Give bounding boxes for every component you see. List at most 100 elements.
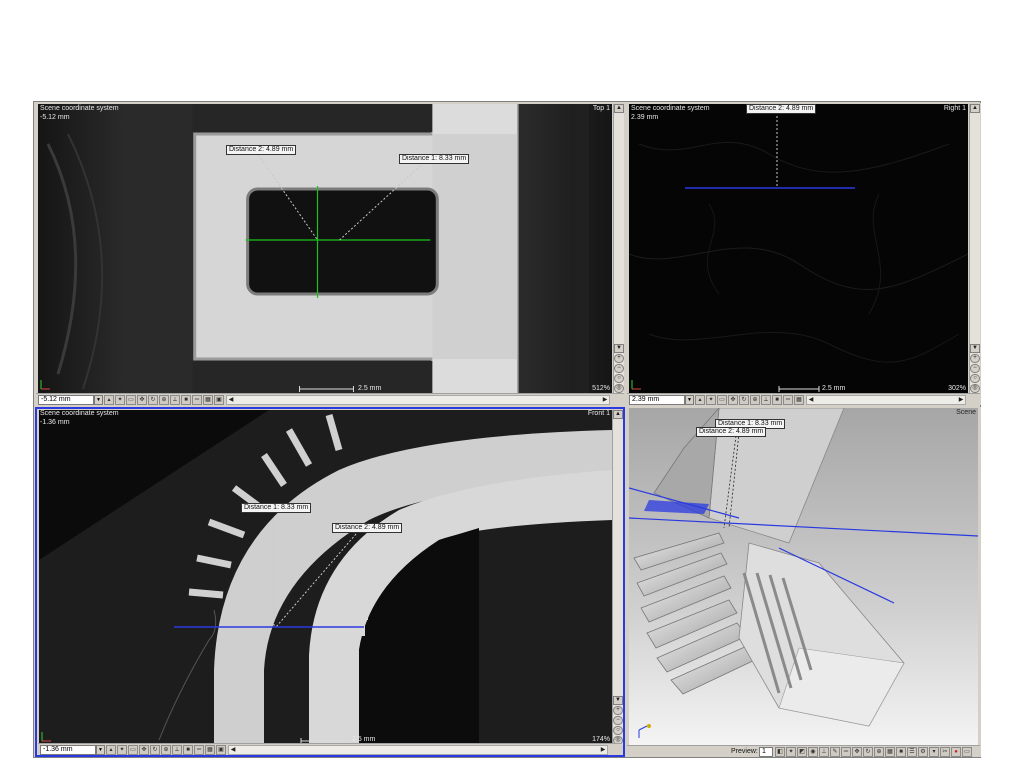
zoom-reset-icon[interactable]: ◎ bbox=[614, 384, 624, 393]
axis-icon[interactable]: ⊥ bbox=[819, 747, 829, 757]
top-position-field[interactable]: -5.12 mm bbox=[38, 395, 94, 405]
front-view-canvas[interactable]: Scene coordinate system -1.36 mm Front 1… bbox=[39, 410, 612, 745]
light-icon[interactable]: ✦ bbox=[706, 395, 716, 405]
step-icon[interactable]: ▴ bbox=[695, 395, 705, 405]
zoom-out-icon[interactable]: − bbox=[613, 716, 623, 725]
render-quality-icon[interactable]: ◧ bbox=[775, 747, 785, 757]
grid-icon[interactable]: ▦ bbox=[205, 745, 215, 755]
window-icon[interactable]: ▭ bbox=[962, 747, 972, 757]
scroll-up-icon[interactable]: ▲ bbox=[613, 410, 623, 419]
color-icon[interactable]: ■ bbox=[896, 747, 906, 757]
clip-icon[interactable]: ◩ bbox=[797, 747, 807, 757]
grid-icon[interactable]: ▦ bbox=[794, 395, 804, 405]
right-horizontal-scrollbar[interactable]: ◀ ▶ bbox=[806, 395, 966, 405]
scroll-down-icon[interactable]: ▼ bbox=[970, 344, 980, 353]
zoom-out-icon[interactable]: − bbox=[614, 364, 624, 373]
scene-view-pane[interactable]: Scene Distance 1: 8.33 mm Distance 2: 4.… bbox=[626, 407, 981, 757]
slab-icon[interactable]: ▭ bbox=[717, 395, 727, 405]
pan-icon[interactable]: ✥ bbox=[852, 747, 862, 757]
color-icon[interactable]: ■ bbox=[181, 395, 191, 405]
grid-icon[interactable]: ▦ bbox=[203, 395, 213, 405]
step-icon[interactable]: ▴ bbox=[104, 395, 114, 405]
chevron-down-icon[interactable]: ▼ bbox=[94, 395, 103, 405]
color-icon[interactable]: ■ bbox=[772, 395, 782, 405]
chevron-down-icon[interactable]: ▼ bbox=[96, 745, 105, 755]
color-icon[interactable]: ■ bbox=[183, 745, 193, 755]
scroll-right-icon[interactable]: ▶ bbox=[601, 396, 609, 404]
snapshot-icon[interactable]: ▣ bbox=[216, 745, 226, 755]
zoom-in-icon[interactable]: + bbox=[970, 354, 980, 363]
annotation-icon[interactable]: ✎ bbox=[830, 747, 840, 757]
right-vertical-scrollbar[interactable]: ▲ ▼ + − ○ ◎ bbox=[969, 104, 980, 393]
zoom-icon[interactable]: ⊕ bbox=[159, 395, 169, 405]
zoom-fit-icon[interactable]: ○ bbox=[613, 726, 623, 735]
measure-icon[interactable]: ⟂ bbox=[761, 395, 771, 405]
step-icon[interactable]: ▴ bbox=[106, 745, 116, 755]
top-distance2-label[interactable]: Distance 2: 4.89 mm bbox=[226, 145, 297, 155]
light-icon[interactable]: ✦ bbox=[786, 747, 796, 757]
measure-icon[interactable]: ⟂ bbox=[172, 745, 182, 755]
ruler-icon[interactable]: ═ bbox=[783, 395, 793, 405]
zoom-icon[interactable]: ⊕ bbox=[874, 747, 884, 757]
right-position-field[interactable]: 2.39 mm bbox=[629, 395, 685, 405]
zoom-in-icon[interactable]: + bbox=[614, 354, 624, 363]
camera-icon[interactable]: ◉ bbox=[808, 747, 818, 757]
rotate-icon[interactable]: ↻ bbox=[150, 745, 160, 755]
front-distance1-label[interactable]: Distance 1: 8.33 mm bbox=[241, 503, 312, 513]
slab-icon[interactable]: ▭ bbox=[128, 745, 138, 755]
zoom-reset-icon[interactable]: ◎ bbox=[970, 384, 980, 393]
scene-view-canvas[interactable]: Scene Distance 1: 8.33 mm Distance 2: 4.… bbox=[629, 408, 978, 745]
light-icon[interactable]: ✦ bbox=[117, 745, 127, 755]
front-vertical-scrollbar[interactable]: ▲ ▼ + − ○ ◎ bbox=[612, 410, 623, 745]
pan-icon[interactable]: ✥ bbox=[728, 395, 738, 405]
right-distance2-label[interactable]: Distance 2: 4.89 mm bbox=[746, 104, 817, 114]
chevron-down-icon[interactable]: ▼ bbox=[685, 395, 694, 405]
scroll-up-icon[interactable]: ▲ bbox=[614, 104, 624, 113]
top-horizontal-scrollbar[interactable]: ◀ ▶ bbox=[226, 395, 610, 405]
zoom-in-icon[interactable]: + bbox=[613, 706, 623, 715]
front-position-field[interactable]: -1.36 mm bbox=[40, 745, 96, 755]
settings-icon[interactable]: ⚙ bbox=[918, 747, 928, 757]
chevron-down-icon[interactable]: ▾ bbox=[929, 747, 939, 757]
measure-icon[interactable]: ⟂ bbox=[170, 395, 180, 405]
zoom-out-icon[interactable]: − bbox=[970, 364, 980, 373]
scroll-right-icon[interactable]: ▶ bbox=[957, 396, 965, 404]
rotate-icon[interactable]: ↻ bbox=[148, 395, 158, 405]
light-icon[interactable]: ✦ bbox=[115, 395, 125, 405]
slab-icon[interactable]: ▭ bbox=[126, 395, 136, 405]
right-view-pane[interactable]: Scene coordinate system 2.39 mm Right 1 … bbox=[626, 103, 981, 405]
tools-icon[interactable]: ✂ bbox=[940, 747, 950, 757]
rotate-icon[interactable]: ↻ bbox=[863, 747, 873, 757]
pan-icon[interactable]: ✥ bbox=[137, 395, 147, 405]
top-view-canvas[interactable]: Scene coordinate system -5.12 mm Top 1 D… bbox=[38, 104, 612, 393]
grid-icon[interactable]: ▦ bbox=[885, 747, 895, 757]
front-view-pane[interactable]: Scene coordinate system -1.36 mm Front 1… bbox=[35, 407, 625, 757]
rotate-icon[interactable]: ↻ bbox=[739, 395, 749, 405]
front-horizontal-scrollbar[interactable]: ◀ ▶ bbox=[228, 745, 608, 755]
preview-field[interactable]: 1 bbox=[759, 747, 773, 757]
zoom-fit-icon[interactable]: ○ bbox=[970, 374, 980, 383]
scroll-down-icon[interactable]: ▼ bbox=[614, 344, 624, 353]
ruler-icon[interactable]: ═ bbox=[194, 745, 204, 755]
zoom-fit-icon[interactable]: ○ bbox=[614, 374, 624, 383]
right-view-canvas[interactable]: Scene coordinate system 2.39 mm Right 1 … bbox=[629, 104, 968, 393]
scroll-left-icon[interactable]: ◀ bbox=[229, 746, 237, 754]
scroll-left-icon[interactable]: ◀ bbox=[807, 396, 815, 404]
pan-icon[interactable]: ✥ bbox=[139, 745, 149, 755]
scroll-left-icon[interactable]: ◀ bbox=[227, 396, 235, 404]
zoom-icon[interactable]: ⊕ bbox=[161, 745, 171, 755]
stop-icon[interactable]: ● bbox=[951, 747, 961, 757]
scroll-up-icon[interactable]: ▲ bbox=[970, 104, 980, 113]
ruler-icon[interactable]: ═ bbox=[192, 395, 202, 405]
front-distance2-label[interactable]: Distance 2: 4.89 mm bbox=[332, 523, 403, 533]
top-view-pane[interactable]: Scene coordinate system -5.12 mm Top 1 D… bbox=[35, 103, 625, 405]
snapshot-icon[interactable]: ▣ bbox=[214, 395, 224, 405]
layers-icon[interactable]: ☰ bbox=[907, 747, 917, 757]
scroll-right-icon[interactable]: ▶ bbox=[599, 746, 607, 754]
scroll-down-icon[interactable]: ▼ bbox=[613, 696, 623, 705]
top-vertical-scrollbar[interactable]: ▲ ▼ + − ○ ◎ bbox=[613, 104, 624, 393]
top-distance1-label[interactable]: Distance 1: 8.33 mm bbox=[399, 154, 470, 164]
zoom-icon[interactable]: ⊕ bbox=[750, 395, 760, 405]
scene-distance2-label[interactable]: Distance 2: 4.89 mm bbox=[696, 427, 767, 437]
ruler-icon[interactable]: ═ bbox=[841, 747, 851, 757]
